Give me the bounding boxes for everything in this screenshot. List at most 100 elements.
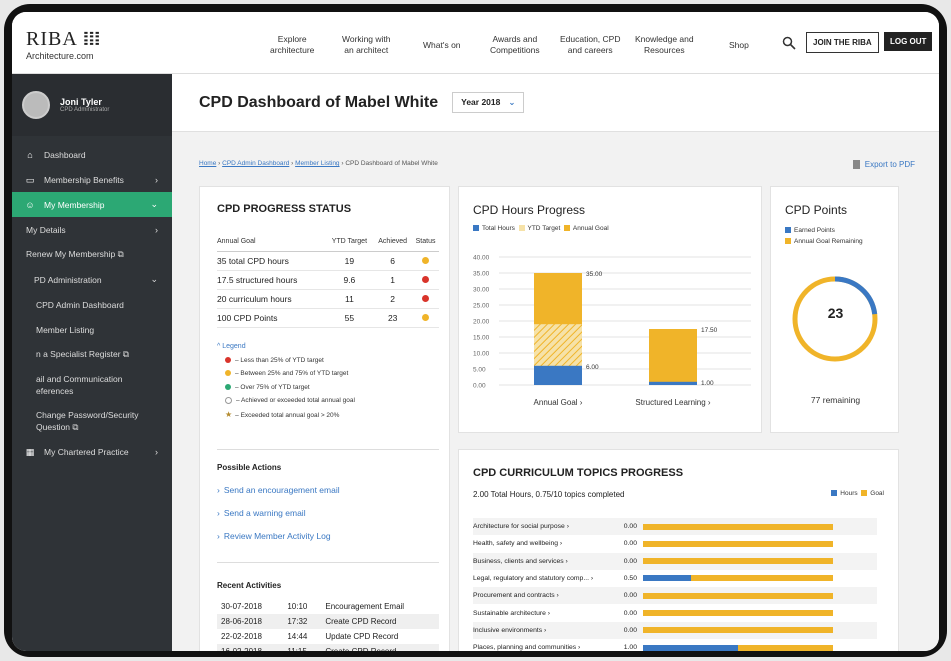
logout-button[interactable]: LOG OUT: [884, 32, 933, 51]
legend-item: Hours: [840, 490, 858, 497]
y-tick-label: 0.00: [473, 383, 486, 390]
table-cell: 9.6: [325, 270, 374, 290]
topic-label[interactable]: Sustainable architecture ›: [473, 610, 613, 617]
column-header: Annual Goal: [217, 232, 326, 252]
data-label: 1.00: [701, 380, 714, 387]
goal-bar: [643, 644, 833, 651]
sidebar-item-label: Question ⧉: [36, 422, 79, 432]
review-activity-log-link[interactable]: › Review Member Activity Log: [217, 531, 331, 541]
topic-label[interactable]: Business, clients and services ›: [473, 558, 613, 565]
table-cell: 35 total CPD hours: [217, 251, 326, 271]
sidebar-item-dashboard[interactable]: ⌂ Dashboard: [12, 142, 172, 167]
search-icon[interactable]: [782, 36, 796, 50]
topic-label[interactable]: Procurement and contracts ›: [473, 592, 613, 599]
nav-working-with-architect[interactable]: Working with an architect: [342, 34, 391, 56]
nav-whats-on[interactable]: What's on: [423, 40, 461, 51]
breadcrumb: Home › CPD Admin Dashboard › Member List…: [199, 160, 438, 167]
recent-activities-table: 30-07-2018 10:10 Encouragement Email 28-06-…: [217, 599, 439, 651]
sidebar-item-cpd-administration[interactable]: PD Administration ⌄: [12, 267, 172, 292]
legend-toggle[interactable]: ^ Legend: [217, 340, 355, 354]
nav-label: Resources: [643, 45, 685, 55]
sidebar-item-email-preferences[interactable]: ail and Communication eferences: [12, 367, 172, 403]
sidebar-item-change-password[interactable]: Change Password/Security Question ⧉: [12, 403, 172, 439]
table-cell: 14:44: [287, 632, 308, 641]
topic-label[interactable]: Places, planning and communities ›: [473, 644, 613, 651]
legend-item: YTD Target: [527, 225, 561, 232]
topic-value: 0.00: [623, 609, 637, 617]
nav-explore-architecture[interactable]: Explore architecture: [270, 34, 314, 56]
topic-label[interactable]: Architecture for social purpose ›: [473, 523, 613, 530]
table-row: 17.5 structured hours 9.6 1: [217, 270, 439, 290]
table-cell: Encouragement Email: [325, 602, 405, 611]
breadcrumb-cpd-admin-dashboard[interactable]: CPD Admin Dashboard: [222, 160, 289, 167]
sidebar-item-chartered-practice[interactable]: ▦ My Chartered Practice ›: [12, 439, 172, 464]
top-navigation: RIBA 𝍖 Architecture.com Explore architect…: [12, 12, 939, 74]
status-cell: [412, 270, 439, 290]
sidebar-item-my-membership[interactable]: ☺ My Membership ⌄: [12, 192, 172, 217]
sidebar-item-membership-benefits[interactable]: ▭ Membership Benefits ›: [12, 167, 172, 192]
sidebar-item-member-listing[interactable]: Member Listing: [12, 317, 172, 342]
document-icon: [852, 160, 860, 170]
topic-value: 0.00: [623, 592, 637, 600]
breadcrumb-member-listing[interactable]: Member Listing: [295, 160, 339, 167]
year-select[interactable]: Year 2018 ⌄: [452, 92, 525, 113]
topic-label[interactable]: Legal, regulatory and statutory comp... …: [473, 575, 613, 582]
table-cell: 11:15: [283, 644, 322, 651]
topic-label[interactable]: Inclusive environments ›: [473, 627, 613, 634]
sidebar-item-label: Dashboard: [44, 149, 86, 160]
sidebar-item-my-details[interactable]: My Details ›: [12, 217, 172, 242]
send-warning-email-link[interactable]: › Send a warning email: [217, 508, 306, 518]
legend-item: Goal: [870, 490, 884, 497]
goal-bar: [643, 627, 833, 634]
nav-label: Education, CPD: [560, 34, 621, 44]
chevron-down-icon: ⌄: [508, 97, 516, 107]
table-cell: Update CPD Record: [325, 632, 399, 641]
hours-bar: [643, 644, 738, 651]
nav-shop[interactable]: Shop: [729, 40, 749, 51]
legend-item: – Exceeded total annual goal > 20%: [235, 411, 340, 419]
table-row: 22-02-2018 14:44 Update CPD Record: [217, 629, 439, 644]
sidebar-item-cpd-admin-dashboard[interactable]: CPD Admin Dashboard: [12, 292, 172, 317]
nav-knowledge[interactable]: Knowledge and Resources: [635, 34, 694, 56]
export-label: Export to PDF: [864, 160, 915, 169]
nav-awards[interactable]: Awards and Competitions: [490, 34, 540, 56]
data-label: 6.00: [586, 364, 599, 371]
main-content: CPD Dashboard of Mabel White Year 2018 ⌄ …: [172, 74, 939, 651]
topic-row: Places, planning and communities › 1.00: [473, 639, 877, 651]
table-cell: 100 CPD Points: [217, 308, 326, 328]
card-title: CPD PROGRESS STATUS: [217, 203, 352, 215]
topic-label[interactable]: Health, safety and wellbeing ›: [473, 540, 613, 547]
status-cell: [412, 251, 439, 271]
avatar: [22, 91, 50, 119]
riba-logo[interactable]: RIBA 𝍖 Architecture.com: [26, 26, 102, 61]
table-cell: 17:32: [283, 614, 322, 629]
yellow-dot-icon: [225, 370, 231, 377]
sidebar-item-label: My Chartered Practice: [44, 446, 129, 457]
table-cell: 17.5 structured hours: [217, 270, 326, 290]
sidebar-item-label: Member Listing: [36, 324, 95, 335]
legend-swatch: [563, 225, 570, 232]
join-the-riba-button[interactable]: JOIN THE RIBA: [806, 32, 879, 53]
nav-label: and careers: [567, 45, 613, 55]
table-cell: 10:10: [287, 602, 308, 611]
nav-label: Working with: [342, 34, 391, 44]
table-cell: 30-07-2018: [221, 602, 262, 611]
sidebar-item-specialist-register[interactable]: n a Specialist Register ⧉: [12, 342, 172, 367]
logo-text: RIBA 𝍖: [26, 28, 102, 50]
page-title: CPD Dashboard of Mabel White: [199, 93, 439, 111]
legend-swatch: [785, 227, 791, 234]
chevron-right-icon: ›: [217, 531, 220, 541]
breadcrumb-home[interactable]: Home: [199, 160, 216, 167]
chevron-down-icon: ⌄: [150, 199, 158, 209]
nav-education[interactable]: Education, CPD and careers: [560, 34, 620, 56]
goal-bar: [643, 575, 833, 582]
points-value: 23: [827, 305, 844, 321]
sidebar-item-label: Change Password/Security: [36, 410, 139, 420]
export-pdf-link[interactable]: Export to PDF: [852, 160, 915, 170]
send-encouragement-email-link[interactable]: › Send an encouragement email: [217, 485, 340, 495]
sidebar-item-renew-membership[interactable]: Renew My Membership ⧉: [12, 242, 172, 267]
legend-item: – Between 25% and 75% of YTD target: [235, 370, 349, 377]
y-tick-label: 20.00: [473, 319, 490, 326]
status-dot-icon: [422, 257, 430, 264]
legend-item: Annual Goal: [572, 225, 609, 232]
